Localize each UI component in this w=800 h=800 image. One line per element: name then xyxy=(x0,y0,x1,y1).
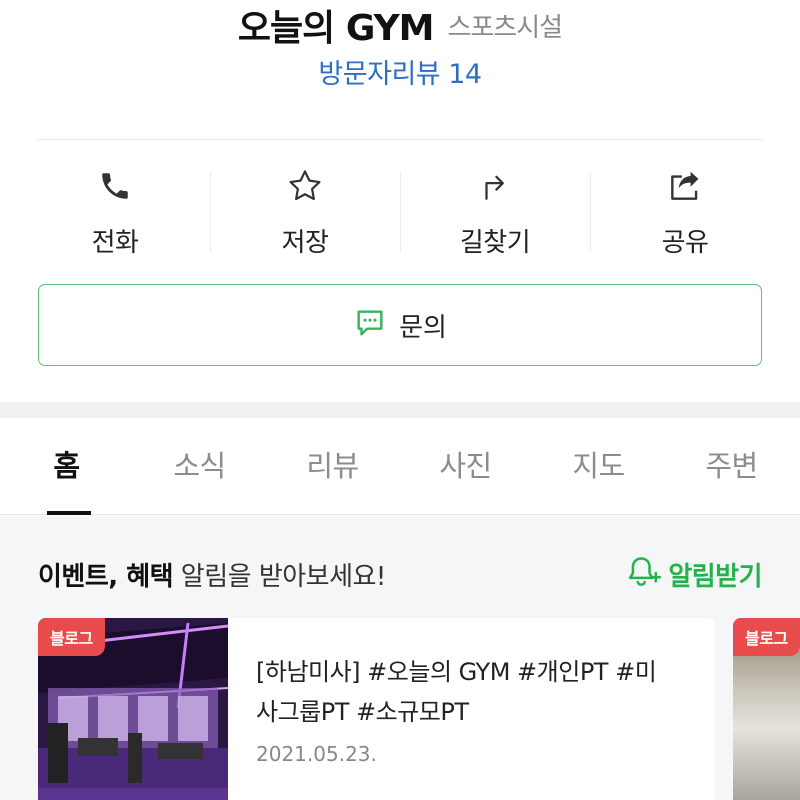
phone-icon xyxy=(95,166,135,206)
visitor-review-link[interactable]: 방문자리뷰 14 xyxy=(0,52,800,91)
tab-photos[interactable]: 사진 xyxy=(399,418,532,514)
blog-card-date: 2021.05.23. xyxy=(256,742,377,766)
events-section: 이벤트, 혜택 알림을 받아보세요! 알림받기 블로그 [하남미사] #오늘의 … xyxy=(0,516,800,800)
tab-reviews[interactable]: 리뷰 xyxy=(266,418,399,514)
get-alerts-button[interactable]: 알림받기 xyxy=(626,554,762,595)
save-label: 저장 xyxy=(281,228,329,258)
place-category: 스포츠시설 xyxy=(447,12,563,43)
blog-badge-2: 블로그 xyxy=(733,618,800,656)
blog-card[interactable]: 블로그 [하남미사] #오늘의 GYM #개인PT #미사그룹PT #소규모PT… xyxy=(38,618,715,800)
call-button[interactable]: 전화 xyxy=(20,160,210,260)
events-heading-rest: 알림을 받아보세요! xyxy=(173,562,387,592)
save-button[interactable]: 저장 xyxy=(210,160,400,260)
tab-home[interactable]: 홈 xyxy=(0,418,133,515)
get-alerts-label: 알림받기 xyxy=(668,562,762,592)
place-detail-page: 오늘의 GYM 스포츠시설 방문자리뷰 14 전화 저장 길찾기 공유 문의 홈… xyxy=(0,0,800,800)
inquiry-label: 문의 xyxy=(399,312,447,343)
gym-photo: 블로그 xyxy=(38,618,228,800)
divider xyxy=(38,139,762,140)
events-heading-bold: 이벤트, 혜택 xyxy=(38,562,174,592)
section-separator xyxy=(0,402,800,418)
directions-button[interactable]: 길찾기 xyxy=(400,160,590,260)
directions-label: 길찾기 xyxy=(459,228,531,258)
star-icon xyxy=(285,166,325,206)
blog-badge: 블로그 xyxy=(38,618,105,656)
title-row: 오늘의 GYM 스포츠시설 xyxy=(0,0,800,50)
directions-icon xyxy=(475,166,515,206)
tab-map[interactable]: 지도 xyxy=(532,418,665,514)
place-name: 오늘의 GYM xyxy=(237,8,435,49)
share-button[interactable]: 공유 xyxy=(590,160,780,260)
tab-bar: 홈 소식 리뷰 사진 지도 주변 xyxy=(0,418,800,515)
share-label: 공유 xyxy=(661,228,709,258)
tab-news[interactable]: 소식 xyxy=(133,418,266,514)
blog-card-2[interactable]: 블로그 xyxy=(733,618,800,800)
chat-icon xyxy=(353,306,387,344)
tab-nearby[interactable]: 주변 xyxy=(665,418,798,514)
blog-card-title: [하남미사] #오늘의 GYM #개인PT #미사그룹PT #소규모PT xyxy=(256,658,657,726)
inquiry-button[interactable]: 문의 xyxy=(38,284,762,366)
bell-plus-icon xyxy=(626,554,662,595)
call-label: 전화 xyxy=(91,228,139,258)
action-bar: 전화 저장 길찾기 공유 xyxy=(20,160,780,260)
events-heading: 이벤트, 혜택 알림을 받아보세요! xyxy=(38,556,386,593)
share-icon xyxy=(665,166,705,206)
